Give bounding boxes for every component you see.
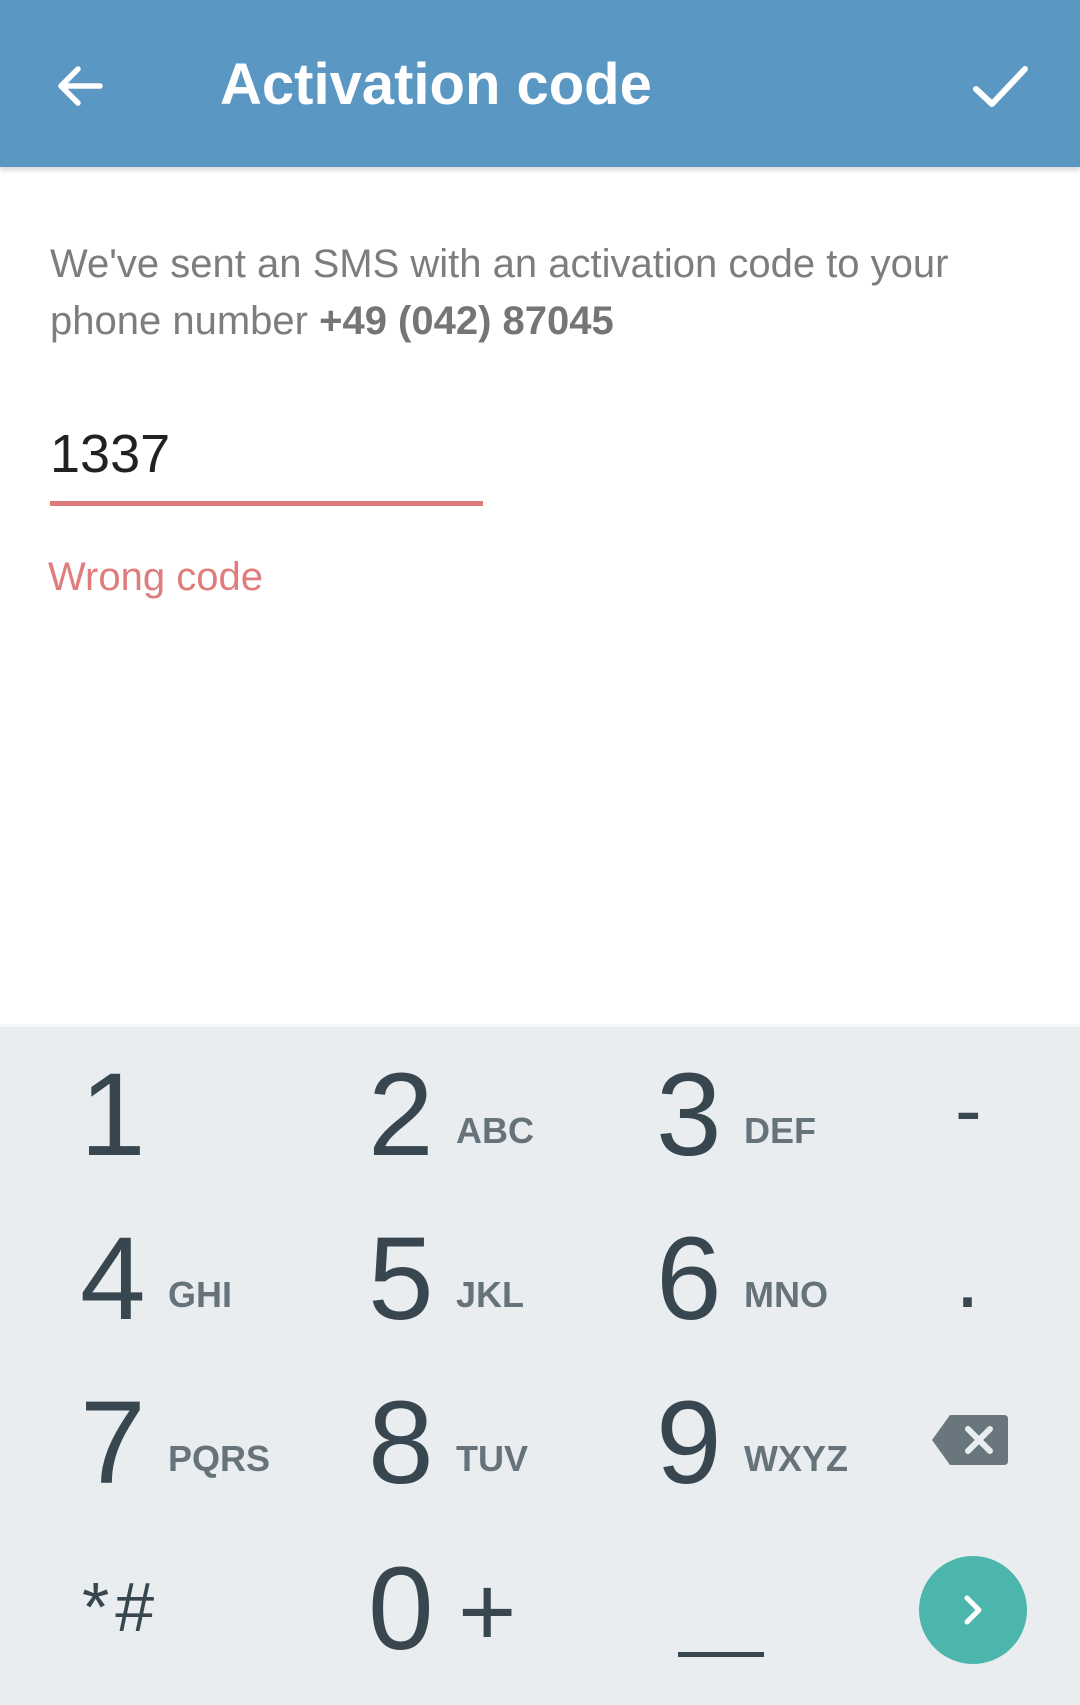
activation-code-input[interactable]: [50, 415, 483, 493]
key-6[interactable]: 6 MNO: [656, 1204, 886, 1354]
phone-number: +49 (042) 87045: [319, 299, 614, 343]
key-letters: TUV: [456, 1438, 528, 1479]
key-digit: 2: [368, 1049, 434, 1181]
key-digit: 3: [656, 1049, 722, 1181]
key-digit: 5: [368, 1213, 434, 1345]
key-4[interactable]: 4 GHI: [80, 1204, 310, 1354]
key-2[interactable]: 2 ABC: [368, 1040, 598, 1190]
key-dot[interactable]: .: [925, 1204, 1015, 1354]
key-letters: GHI: [168, 1274, 233, 1315]
backspace-icon: [932, 1415, 1008, 1465]
error-message: Wrong code: [48, 555, 263, 599]
key-7[interactable]: 7 PQRS: [80, 1368, 310, 1518]
key-letters: PQRS: [168, 1438, 271, 1479]
sms-info-text: We've sent an SMS with an activation cod…: [50, 236, 1010, 350]
key-1[interactable]: 1: [80, 1040, 310, 1190]
key-space[interactable]: [670, 1534, 780, 1684]
key-digit: 6: [656, 1213, 722, 1345]
back-button[interactable]: [34, 40, 126, 132]
key-letters: MNO: [744, 1274, 828, 1315]
done-button[interactable]: [954, 40, 1046, 132]
key-9[interactable]: 9 WXYZ: [656, 1368, 886, 1518]
key-plus: +: [458, 1556, 517, 1668]
key-dash[interactable]: -: [925, 1040, 1015, 1190]
key-symbol: -: [955, 1065, 982, 1154]
key-letters: ABC: [456, 1110, 534, 1151]
activation-code-field: [50, 415, 483, 507]
key-digit: 4: [80, 1213, 146, 1345]
check-icon: [973, 66, 1028, 107]
backspace-key[interactable]: [930, 1400, 1010, 1480]
key-letters: DEF: [744, 1110, 816, 1151]
key-digit: 9: [656, 1377, 722, 1509]
arrow-back-icon: [58, 66, 103, 106]
key-digit: 1: [80, 1049, 146, 1181]
key-3[interactable]: 3 DEF: [656, 1040, 886, 1190]
chevron-right-icon: [964, 1595, 982, 1625]
key-5[interactable]: 5 JKL: [368, 1204, 598, 1354]
key-letters: JKL: [456, 1274, 525, 1315]
page-title: Activation code: [220, 52, 652, 117]
key-digit: 7: [80, 1377, 146, 1509]
code-field-underline: [50, 501, 483, 506]
key-symbol: .: [955, 1227, 981, 1327]
space-bar-icon: [678, 1652, 764, 1657]
key-8[interactable]: 8 TUV: [368, 1368, 598, 1518]
key-digit: 8: [368, 1377, 434, 1509]
next-button[interactable]: [919, 1556, 1027, 1664]
key-symbol: *#: [82, 1568, 161, 1646]
key-0[interactable]: 0 +: [368, 1534, 598, 1684]
app-bar: Activation code: [0, 0, 1080, 167]
key-star-hash[interactable]: *#: [80, 1534, 310, 1684]
key-letters: WXYZ: [744, 1438, 848, 1479]
key-digit: 0: [368, 1543, 434, 1675]
